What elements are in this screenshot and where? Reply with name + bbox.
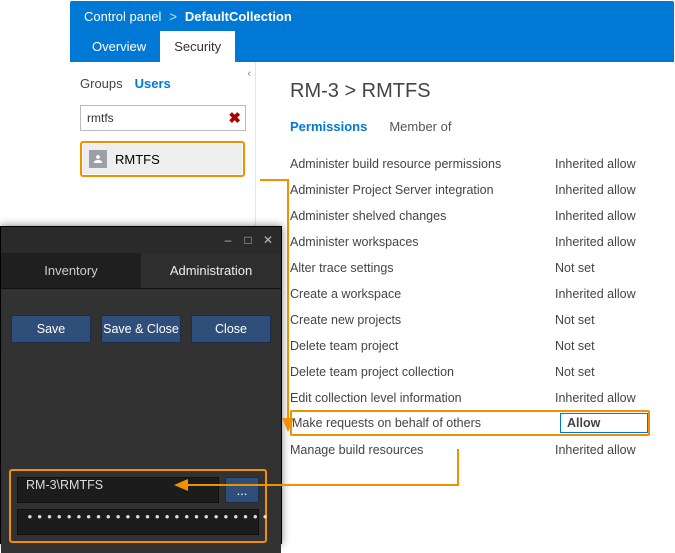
permission-value[interactable]: Not set xyxy=(555,339,650,353)
clear-icon[interactable]: ✖ xyxy=(228,109,241,127)
permission-label: Administer shelved changes xyxy=(290,209,555,223)
permission-value[interactable]: Inherited allow xyxy=(555,183,650,197)
save-button[interactable]: Save xyxy=(11,315,91,343)
permission-label: Administer Project Server integration xyxy=(290,183,555,197)
tab-overview[interactable]: Overview xyxy=(78,31,160,62)
user-name: RMTFS xyxy=(115,152,160,167)
close-icon[interactable]: ✕ xyxy=(261,233,275,247)
permission-value[interactable]: Not set xyxy=(555,313,650,327)
permission-row[interactable]: Create a workspaceInherited allow xyxy=(290,280,650,306)
permission-value[interactable]: Inherited allow xyxy=(555,157,650,171)
tab-member-of[interactable]: Member of xyxy=(389,119,451,140)
permission-label: Make requests on behalf of others xyxy=(292,416,560,430)
perm-tabs: Permissions Member of xyxy=(290,119,670,140)
permission-row[interactable]: Edit collection level informationInherit… xyxy=(290,384,650,410)
permission-value[interactable]: Not set xyxy=(555,261,650,275)
dark-window: – □ ✕ Inventory Administration Save Save… xyxy=(0,226,282,544)
user-row-highlight: RMTFS xyxy=(80,141,245,177)
search-value: rmtfs xyxy=(87,111,114,125)
tab-security[interactable]: Security xyxy=(160,31,235,62)
permission-row[interactable]: Administer Project Server integrationInh… xyxy=(290,176,650,202)
permission-value[interactable]: Inherited allow xyxy=(555,443,650,457)
button-row: Save Save & Close Close xyxy=(11,309,271,343)
permissions-list: Administer build resource permissionsInh… xyxy=(290,150,650,462)
subtab-groups[interactable]: Groups xyxy=(80,76,123,91)
chevron-right-icon: > xyxy=(169,9,177,24)
titlebar: – □ ✕ xyxy=(1,227,281,253)
header-tabs: Overview Security xyxy=(78,31,235,62)
credential-highlight: RM-3\RMTFS ... ••••••••••••••••••••••••• xyxy=(9,469,267,543)
permission-row[interactable]: Administer build resource permissionsInh… xyxy=(290,150,650,176)
permission-value[interactable]: Inherited allow xyxy=(555,287,650,301)
breadcrumb: Control panel > DefaultCollection xyxy=(70,1,674,24)
breadcrumb-root[interactable]: Control panel xyxy=(84,9,161,24)
permission-label: Create a workspace xyxy=(290,287,555,301)
azure-header: Control panel > DefaultCollection Overvi… xyxy=(70,1,674,62)
permission-label: Delete team project collection xyxy=(290,365,555,379)
permission-label: Alter trace settings xyxy=(290,261,555,275)
permission-row[interactable]: Delete team project collectionNot set xyxy=(290,358,650,384)
permission-row[interactable]: Create new projectsNot set xyxy=(290,306,650,332)
permission-label: Delete team project xyxy=(290,339,555,353)
search-input[interactable]: rmtfs ✖ xyxy=(80,105,246,131)
sidebar-subtabs: Groups Users xyxy=(80,76,245,91)
user-row[interactable]: RMTFS xyxy=(83,144,242,174)
save-close-button[interactable]: Save & Close xyxy=(101,315,181,343)
permission-row[interactable]: Administer shelved changesInherited allo… xyxy=(290,202,650,228)
permission-label: Create new projects xyxy=(290,313,555,327)
close-button[interactable]: Close xyxy=(191,315,271,343)
permission-label: Administer build resource permissions xyxy=(290,157,555,171)
collapse-icon[interactable]: ‹ xyxy=(247,68,251,80)
permission-value[interactable]: Not set xyxy=(555,365,650,379)
password-field[interactable]: ••••••••••••••••••••••••• xyxy=(17,509,259,535)
dark-tabs: Inventory Administration xyxy=(1,253,281,289)
permission-label: Edit collection level information xyxy=(290,391,555,405)
tab-inventory[interactable]: Inventory xyxy=(1,253,141,288)
page-title: RM-3 > RMTFS xyxy=(290,80,670,103)
browse-button[interactable]: ... xyxy=(225,477,259,503)
permission-row[interactable]: Manage build resourcesInherited allow xyxy=(290,436,650,462)
permission-value[interactable]: Allow xyxy=(560,413,648,433)
account-field[interactable]: RM-3\RMTFS xyxy=(17,477,219,503)
breadcrumb-collection[interactable]: DefaultCollection xyxy=(185,9,292,24)
permission-row[interactable]: Make requests on behalf of othersAllow xyxy=(290,410,650,436)
user-icon xyxy=(89,150,107,168)
permission-label: Manage build resources xyxy=(290,443,555,457)
main-panel: RM-3 > RMTFS Permissions Member of Admin… xyxy=(290,80,670,462)
tab-permissions[interactable]: Permissions xyxy=(290,119,367,140)
permission-value[interactable]: Inherited allow xyxy=(555,209,650,223)
minimize-icon[interactable]: – xyxy=(221,233,235,247)
subtab-users[interactable]: Users xyxy=(135,76,171,91)
sidebar: ‹ Groups Users rmtfs ✖ RMTFS xyxy=(70,62,256,242)
tab-administration[interactable]: Administration xyxy=(141,253,281,288)
permission-label: Administer workspaces xyxy=(290,235,555,249)
dark-body: Save Save & Close Close RM-3\RMTFS ... •… xyxy=(1,289,281,553)
permission-row[interactable]: Delete team projectNot set xyxy=(290,332,650,358)
maximize-icon[interactable]: □ xyxy=(241,233,255,247)
permission-row[interactable]: Alter trace settingsNot set xyxy=(290,254,650,280)
permission-row[interactable]: Administer workspacesInherited allow xyxy=(290,228,650,254)
permission-value[interactable]: Inherited allow xyxy=(555,235,650,249)
permission-value[interactable]: Inherited allow xyxy=(555,391,650,405)
